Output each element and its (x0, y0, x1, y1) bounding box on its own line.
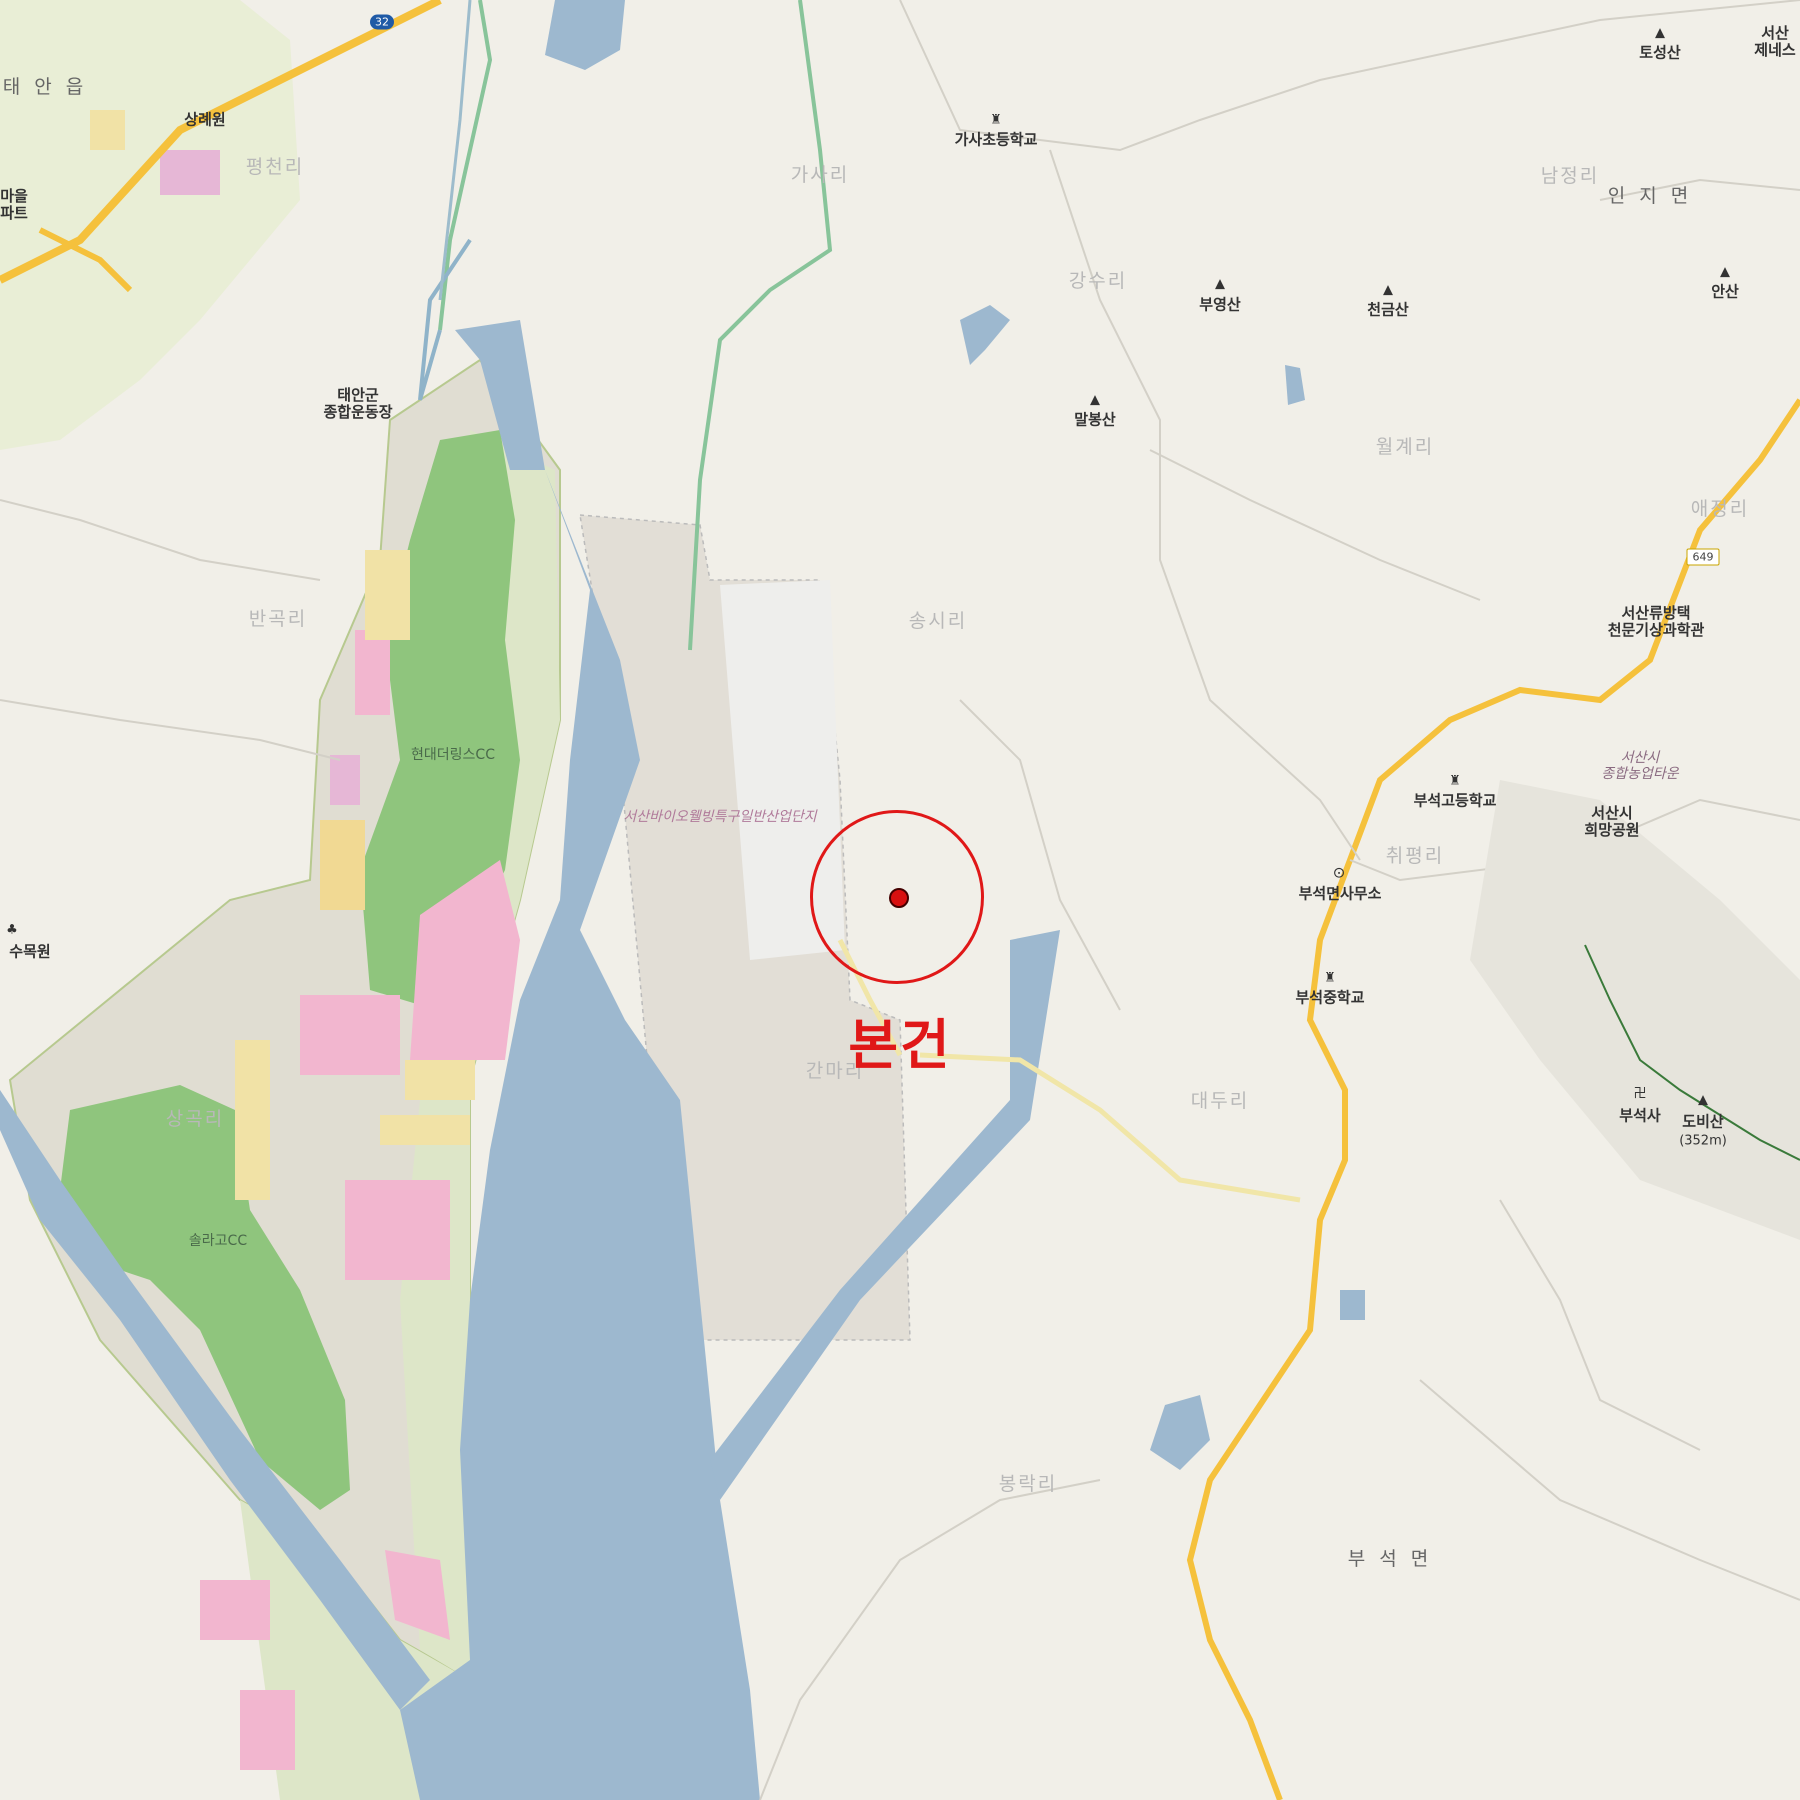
village-label-daedu: 대두리 (1190, 1090, 1250, 1113)
village-label-namjeong: 남정리 (1540, 165, 1600, 188)
parcel-pink-2 (345, 1180, 450, 1280)
poi-label-sports-complex: 태안군 종합운동장 (323, 385, 393, 421)
mountain-label-dobi: 도비산 (1682, 1112, 1724, 1131)
mountain-label-tosung: 토성산 (1639, 43, 1681, 62)
poi-label-buseok-office: 부석면사무소 (1298, 884, 1382, 903)
poi-label-hyundai-cc: 현대더링스CC (411, 746, 495, 763)
subject-property-label: 본건 (848, 1013, 952, 1077)
mountain-label-malbong: 말봉산 (1074, 410, 1116, 429)
urban-area-taean (0, 0, 300, 450)
village-label-bongnak: 봉락리 (998, 1473, 1058, 1496)
village-label-pyeongcheon: 평천리 (245, 156, 305, 179)
parcel-yellow-2 (320, 820, 365, 910)
school-icon: ♜ (990, 112, 1002, 128)
poi-label-hope-park: 서산시 희망공원 (1584, 803, 1640, 839)
mountain-label-buyeong: 부영산 (1199, 295, 1241, 314)
parcel-pink-4 (355, 630, 390, 715)
mountain-label-cheongeum: 천금산 (1367, 300, 1409, 319)
mountain-icon: ▲ (1383, 282, 1393, 298)
parcel-pink-1 (300, 995, 400, 1075)
poi-label-observatory: 서산류방택 천문기상과학관 (1607, 603, 1705, 639)
temple-icon: 卍 (1633, 1086, 1647, 1102)
village-label-aejeong: 애정리 (1690, 498, 1750, 521)
town-label-taean: 태 안 읍 (2, 76, 88, 99)
parcel-yellow-6 (90, 110, 125, 150)
tree-icon: ♣ (6, 922, 18, 938)
parcel-pink-5 (330, 755, 360, 805)
poi-label-agri-town: 서산시 종합농업타운 (1601, 749, 1679, 782)
parcel-lilac-1 (160, 150, 220, 195)
poi-label-apartment: 마을 파트 (0, 186, 28, 222)
route-shield-649: 649 (1686, 548, 1720, 566)
mountain-icon: ▲ (1215, 276, 1225, 292)
village-label-bangok: 반곡리 (248, 608, 308, 631)
village-label-gasa: 가사리 (790, 164, 850, 187)
mountain-label-ansan: 안산 (1711, 282, 1739, 301)
village-label-songsi: 송시리 (908, 610, 968, 633)
school-icon: ♜ (1449, 773, 1461, 789)
poi-label-gasa-school: 가사초등학교 (954, 130, 1038, 149)
pond-3 (1150, 1395, 1210, 1470)
pond-4 (1340, 1290, 1365, 1320)
mountain-shade (1470, 780, 1800, 1240)
road-local-yellow (919, 1052, 1301, 1203)
mountain-icon: ▲ (1090, 392, 1100, 408)
parcel-yellow-5 (380, 1115, 470, 1145)
mountain-icon: ▲ (1698, 1092, 1708, 1108)
village-label-sangok: 상곡리 (165, 1108, 225, 1131)
town-label-inji: 인 지 면 (1607, 185, 1693, 208)
poi-label-top-right: 서산 제네스 (1754, 23, 1796, 59)
subject-property-dot[interactable] (889, 888, 909, 908)
poi-label-sangnewon: 상례원 (184, 110, 226, 129)
poi-label-solago-cc: 솔라고CC (188, 1232, 248, 1249)
lake-top (545, 0, 625, 70)
pond-1 (960, 305, 1010, 365)
poi-label-industrial-complex: 서산바이오웰빙특구일반산업단지 (623, 808, 817, 825)
poi-label-buseoksa: 부석사 (1619, 1106, 1661, 1125)
parcel-yellow-1 (365, 550, 410, 640)
village-label-wolgye: 월계리 (1375, 436, 1435, 459)
parcel-pink-6 (200, 1580, 270, 1640)
parcel-yellow-3 (235, 1040, 270, 1200)
map-canvas[interactable]: 태 안 읍 인 지 면 부 석 면 평천리 가사리 강수리 남정리 월계리 애정… (0, 0, 1800, 1800)
village-label-gangsu: 강수리 (1068, 270, 1128, 293)
poi-label-buseok-middle: 부석중학교 (1295, 988, 1365, 1007)
poi-label-arboretum: 수목원 (9, 942, 51, 961)
town-label-buseok: 부 석 면 (1347, 1548, 1433, 1571)
school-icon: ♜ (1324, 970, 1336, 986)
village-label-chwipyeong: 취평리 (1385, 845, 1445, 868)
poi-label-buseok-high: 부석고등학교 (1413, 791, 1497, 810)
office-icon: ⊙ (1332, 863, 1346, 882)
parcel-pink-7 (240, 1690, 295, 1770)
stream-blue-2 (438, 0, 472, 301)
mountain-altitude-dobi: (352m) (1679, 1133, 1727, 1149)
parcel-yellow-4 (405, 1060, 475, 1100)
mountain-icon: ▲ (1655, 25, 1665, 41)
pond-2 (1285, 365, 1305, 405)
route-shield-32: 32 (370, 14, 394, 30)
stream-green-1 (688, 0, 833, 651)
mountain-icon: ▲ (1720, 264, 1730, 280)
